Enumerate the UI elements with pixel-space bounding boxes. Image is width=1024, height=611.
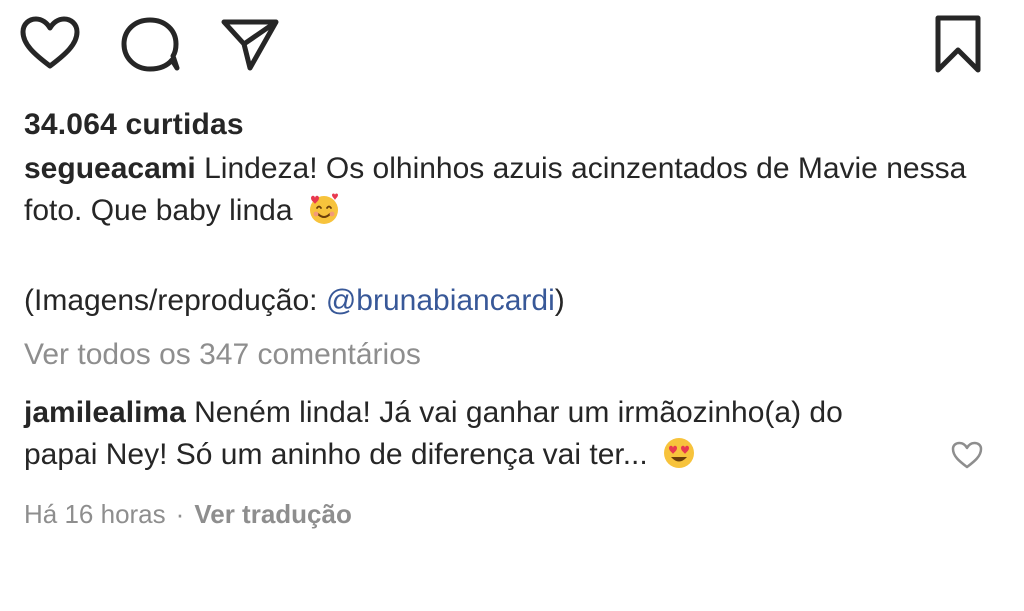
comment-username[interactable]: jamilealima: [24, 396, 186, 429]
caption-username[interactable]: segueacami: [24, 152, 196, 185]
image-credit: (Imagens/reprodução: @brunabiancardi): [24, 280, 984, 322]
paper-plane-icon: [221, 19, 279, 71]
like-button[interactable]: [20, 16, 80, 70]
post-details: 34.064 curtidas segueacami Lindeza! Os o…: [24, 102, 984, 532]
comment: jamilealima Neném linda! Já vai ganhar u…: [24, 392, 983, 482]
share-button[interactable]: [220, 14, 280, 72]
save-button[interactable]: [930, 14, 986, 74]
like-count[interactable]: 34.064 curtidas: [24, 102, 984, 148]
view-all-comments-link[interactable]: Ver todos os 347 comentários: [24, 334, 421, 376]
credit-suffix: ): [554, 284, 565, 317]
heart-icon: [20, 16, 80, 69]
bookmark-icon: [935, 15, 981, 73]
comment-meta: Há 16 horas · Ver tradução: [24, 496, 984, 532]
comment-timestamp: Há 16 horas: [24, 499, 166, 529]
smiling-face-with-hearts-icon: [307, 192, 341, 238]
comment-like-button[interactable]: [950, 440, 984, 470]
comment-bubble-icon: [121, 17, 180, 72]
small-heart-icon: [951, 441, 983, 469]
post-action-bar: [0, 0, 1024, 90]
heart-eyes-face-icon: [662, 436, 696, 482]
comment-button[interactable]: [120, 16, 182, 74]
post-caption: segueacami Lindeza! Os olhinhos azuis ac…: [24, 148, 984, 238]
comment-body: jamilealima Neném linda! Já vai ganhar u…: [24, 392, 904, 482]
see-translation-link[interactable]: Ver tradução: [194, 499, 352, 529]
credit-mention-link[interactable]: @brunabiancardi: [326, 284, 555, 317]
meta-separator: ·: [175, 499, 185, 529]
credit-prefix: (Imagens/reprodução:: [24, 284, 326, 317]
